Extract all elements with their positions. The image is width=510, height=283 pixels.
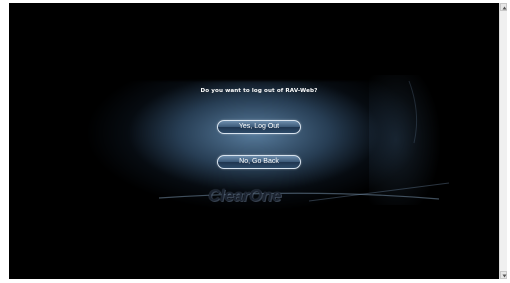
scroll-up-button[interactable] bbox=[500, 3, 507, 11]
yes-log-out-button[interactable]: Yes, Log Out bbox=[217, 120, 301, 134]
decorative-swoosh bbox=[158, 80, 450, 202]
logout-screen: Do you want to log out of RAV-Web? Yes, … bbox=[9, 3, 499, 279]
clearone-logo: ClearOne bbox=[208, 186, 282, 205]
no-go-back-button[interactable]: No, Go Back bbox=[217, 155, 301, 169]
chevron-up-icon bbox=[502, 6, 507, 10]
chevron-down-icon bbox=[502, 274, 507, 278]
scroll-down-button[interactable] bbox=[500, 271, 507, 279]
vertical-scrollbar[interactable] bbox=[499, 3, 507, 279]
logout-prompt: Do you want to log out of RAV-Web? bbox=[200, 88, 318, 94]
